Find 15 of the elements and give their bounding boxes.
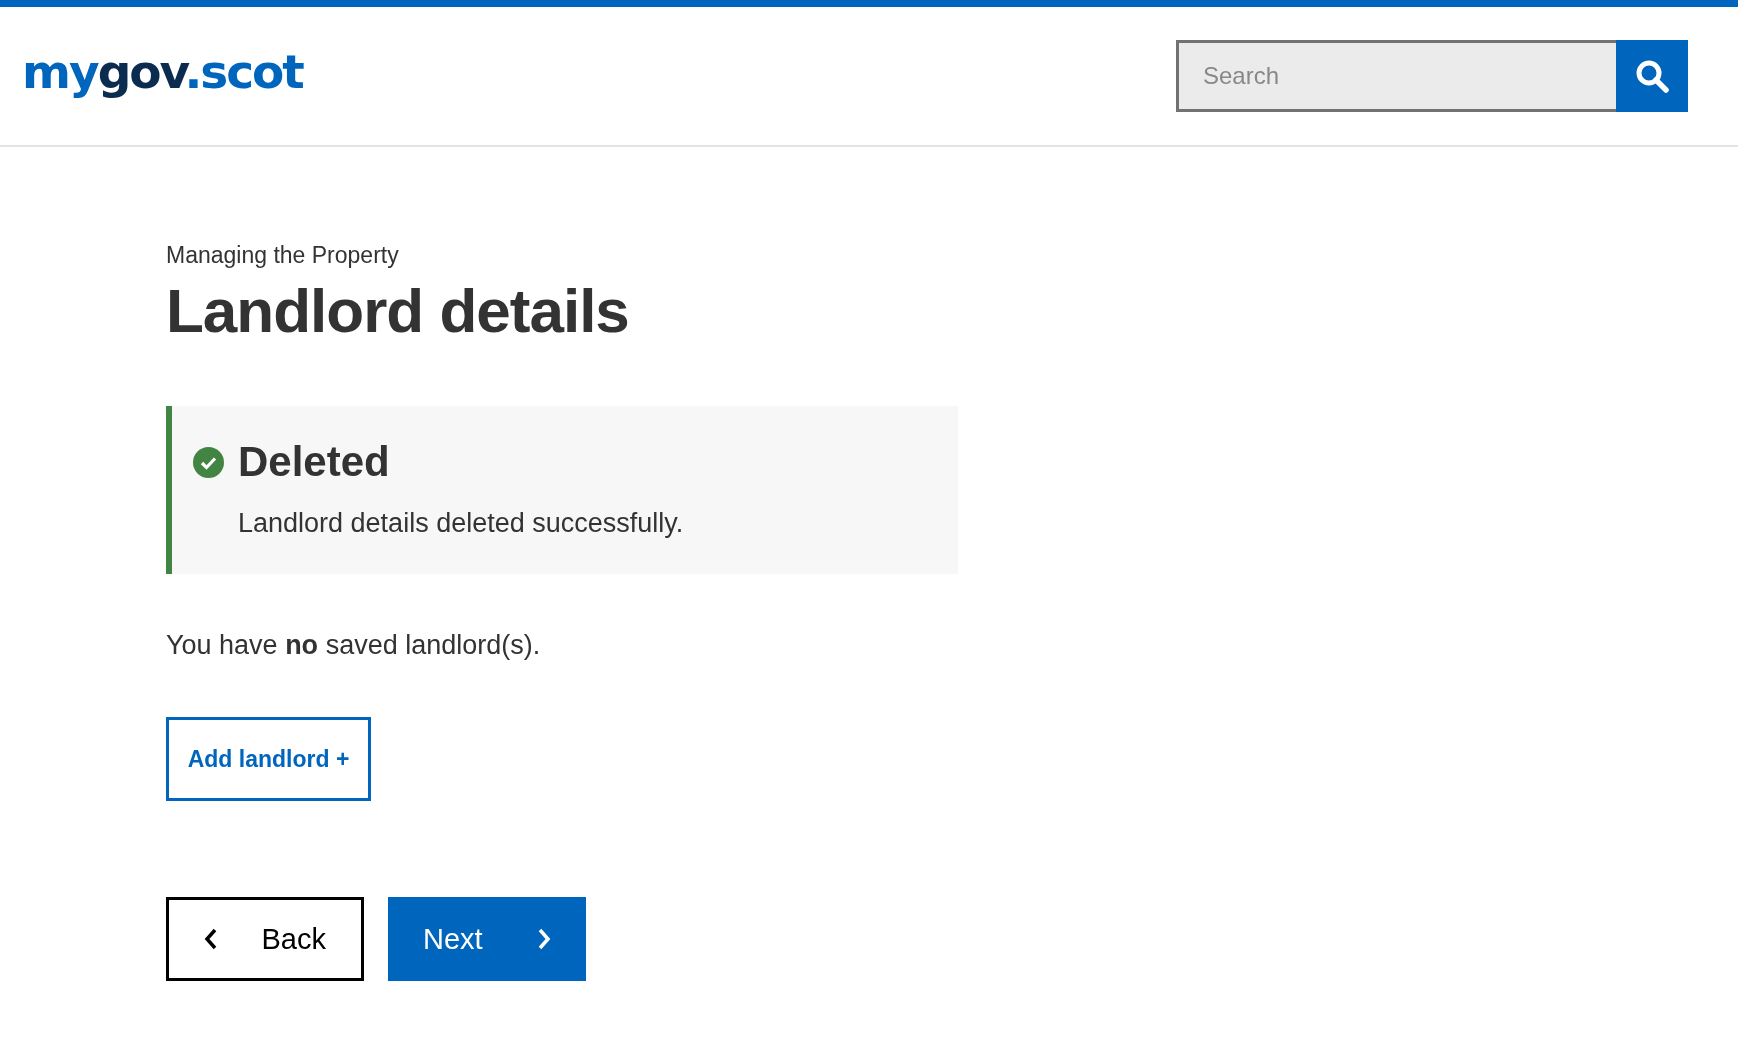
next-button[interactable]: Next <box>388 897 586 981</box>
search-field[interactable]: Search <box>1176 40 1616 112</box>
section-label: Managing the Property <box>166 242 400 269</box>
chevron-left-icon <box>204 928 218 950</box>
notification-message: Landlord details deleted successfully. <box>238 508 685 539</box>
chevron-right-icon <box>537 928 551 950</box>
notification-title: Deleted <box>238 438 390 486</box>
search-button[interactable] <box>1616 40 1688 112</box>
search-icon <box>1634 58 1670 94</box>
back-button[interactable]: Back <box>166 897 364 981</box>
site-logo[interactable]: mygov.scot <box>22 43 303 99</box>
check-circle-icon <box>193 446 224 478</box>
summary-text: You have no saved landlord(s). <box>166 630 542 661</box>
page-title: Landlord details <box>166 275 630 346</box>
add-landlord-button[interactable]: Add landlord + <box>166 717 371 801</box>
